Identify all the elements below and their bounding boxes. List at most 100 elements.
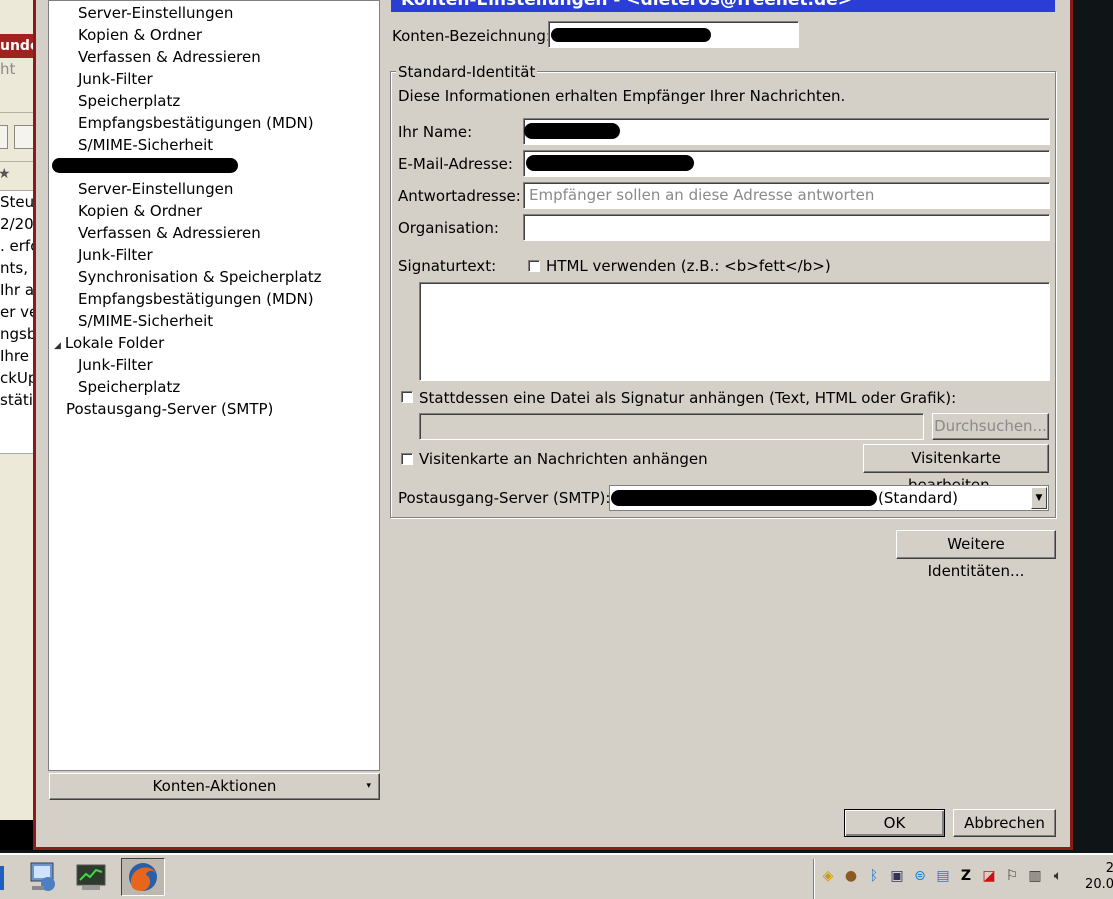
tree-item-composition[interactable]: Verfassen & Adressieren xyxy=(78,46,261,68)
identity-info-text: Diese Informationen erhalten Empfänger I… xyxy=(398,87,846,105)
redacted-account-name[interactable] xyxy=(52,158,238,173)
clock-time: 2 xyxy=(1105,861,1113,876)
tree-item-sync-space[interactable]: Synchronisation & Speicherplatz xyxy=(78,266,322,288)
account-name-label: Konten-Bezeichnung: xyxy=(392,27,551,45)
background-toolbar xyxy=(0,112,38,162)
background-window-titlebar: unde xyxy=(0,34,33,58)
list-item[interactable]: er ve xyxy=(0,301,33,323)
system-tray: ◈ ● ᛒ ▣ ⊜ ▤ Z ◪ ⚐ ▥ 🔈︎ 2 20.0 xyxy=(813,859,1113,899)
organization-field[interactable] xyxy=(523,214,1050,241)
tree-item-junk[interactable]: Junk-Filter xyxy=(78,354,153,376)
edit-vcard-button[interactable]: Visitenkarte bearbeiten... xyxy=(863,444,1049,494)
account-name-field[interactable] xyxy=(548,21,799,48)
attach-signature-checkbox[interactable] xyxy=(401,391,413,403)
smtp-server-label: Postausgang-Server (SMTP): xyxy=(398,489,611,507)
signature-file-field[interactable] xyxy=(419,413,924,440)
start-icon xyxy=(0,866,4,890)
clock-date: 20.0 xyxy=(1085,877,1113,892)
list-item[interactable]: nts, d xyxy=(0,257,33,279)
devices-icon[interactable]: ▥ xyxy=(1026,867,1044,885)
shield-icon[interactable]: ◈ xyxy=(819,867,837,885)
dialog-titlebar: Konten-Einstellungen - <dieteros@freenet… xyxy=(391,0,1055,12)
tree-item-junk[interactable]: Junk-Filter xyxy=(78,244,153,266)
browse-button[interactable]: Durchsuchen... xyxy=(932,413,1049,440)
tree-item-disk-space[interactable]: Speicherplatz xyxy=(78,90,180,112)
attach-signature-label[interactable]: Stattdessen eine Datei als Signatur anhä… xyxy=(419,388,956,408)
vcard-label[interactable]: Visitenkarte an Nachrichten anhängen xyxy=(419,449,708,469)
account-tree[interactable]: Server-Einstellungen Kopien & Ordner Ver… xyxy=(48,0,380,771)
firefox-taskbar-button[interactable] xyxy=(121,858,165,896)
vcard-checkbox[interactable] xyxy=(401,453,413,465)
redacted-value xyxy=(524,123,620,139)
monitor-app-icon[interactable] xyxy=(74,860,108,894)
background-window: unde ht ★ Steue 2/201 . erfo nts, d Ihr … xyxy=(0,0,38,850)
terminal-icon xyxy=(76,864,106,890)
tree-item-label: Lokale Folder xyxy=(64,334,165,352)
tree-item-receipts[interactable]: Empfangsbestätigungen (MDN) xyxy=(78,112,314,134)
firefox-icon xyxy=(129,863,157,891)
cookie-icon[interactable]: ● xyxy=(842,867,860,885)
volume-icon[interactable]: 🔈︎ xyxy=(1049,867,1067,885)
tree-item-receipts[interactable]: Empfangsbestätigungen (MDN) xyxy=(78,288,314,310)
flag-icon[interactable]: ⚐ xyxy=(1003,867,1021,885)
tree-item-smtp[interactable]: Postausgang-Server (SMTP) xyxy=(66,398,273,420)
sync-icon[interactable]: ⊜ xyxy=(911,867,929,885)
reply-to-field[interactable]: Empfänger sollen an diese Adresse antwor… xyxy=(523,182,1050,209)
smtp-server-value: (Standard) xyxy=(878,489,958,507)
tree-item-disk-space[interactable]: Speicherplatz xyxy=(78,376,180,398)
html-checkbox[interactable] xyxy=(528,260,540,272)
tree-item-smime[interactable]: S/MIME-Sicherheit xyxy=(78,310,213,332)
list-item[interactable]: Ihre xyxy=(0,345,33,367)
list-item[interactable]: ngsb xyxy=(0,323,33,345)
ok-button[interactable]: OK xyxy=(844,809,945,837)
signature-textarea[interactable] xyxy=(419,282,1050,381)
cancel-button[interactable]: Abbrechen xyxy=(953,809,1056,837)
account-actions-button[interactable]: Konten-Aktionen ▾ xyxy=(49,773,380,800)
more-identities-button[interactable]: Weitere Identitäten... xyxy=(896,530,1056,580)
tree-item-server-settings[interactable]: Server-Einstellungen xyxy=(78,2,233,24)
star-icon[interactable]: ★ xyxy=(0,166,11,182)
smtp-server-select[interactable]: (Standard) ▼ xyxy=(609,485,1049,511)
dropdown-arrow-icon: ▾ xyxy=(366,781,371,791)
list-item[interactable]: stätig xyxy=(0,389,33,411)
list-item[interactable]: Ihr a xyxy=(0,279,33,301)
background-dark-area xyxy=(0,820,33,850)
start-button[interactable] xyxy=(0,860,6,894)
clock[interactable]: 2 20.0 xyxy=(1085,861,1113,893)
zone-alarm-icon[interactable]: Z xyxy=(957,867,975,885)
antivirus-icon[interactable]: ◪ xyxy=(980,867,998,885)
network-icon[interactable]: ▣ xyxy=(888,867,906,885)
account-actions-label: Konten-Aktionen xyxy=(152,777,277,795)
expand-triangle-icon[interactable]: ◢ xyxy=(54,341,61,351)
background-message-list: Steue 2/201 . erfo nts, d Ihr a er ve ng… xyxy=(0,190,33,454)
email-field[interactable] xyxy=(523,150,1050,177)
tree-item-composition[interactable]: Verfassen & Adressieren xyxy=(78,222,261,244)
bluetooth-icon[interactable]: ᛒ xyxy=(865,867,883,885)
html-checkbox-label[interactable]: HTML verwenden (z.B.: <b>fett</b>) xyxy=(546,256,831,276)
chevron-down-icon[interactable]: ▼ xyxy=(1031,487,1047,509)
redacted-value xyxy=(526,155,694,171)
reply-to-label: Antwortadresse: xyxy=(398,187,521,205)
network-app-icon[interactable] xyxy=(26,860,60,894)
tree-item-local-folders[interactable]: ◢ Lokale Folder xyxy=(54,332,164,354)
background-toolbar-button[interactable] xyxy=(0,125,8,149)
tree-item-smime[interactable]: S/MIME-Sicherheit xyxy=(78,134,213,156)
dialog-title: Konten-Einstellungen - <dieteros@freenet… xyxy=(401,0,852,10)
list-item[interactable]: 2/201 xyxy=(0,213,33,235)
organization-label: Organisation: xyxy=(398,219,499,237)
tree-item-junk[interactable]: Junk-Filter xyxy=(78,68,153,90)
list-item[interactable]: Steue xyxy=(0,191,33,213)
tree-item-server-settings[interactable]: Server-Einstellungen xyxy=(78,178,233,200)
redacted-value xyxy=(611,490,877,506)
tree-item-copies-folders[interactable]: Kopien & Ordner xyxy=(78,200,202,222)
background-window-text: ht xyxy=(0,60,16,78)
list-item[interactable]: . erfo xyxy=(0,235,33,257)
standard-identity-title: Standard-Identität xyxy=(396,62,538,82)
computer-icon xyxy=(30,862,55,891)
name-field[interactable] xyxy=(523,118,1050,145)
email-label: E-Mail-Adresse: xyxy=(398,155,513,173)
document-icon[interactable]: ▤ xyxy=(934,867,952,885)
tree-item-copies-folders[interactable]: Kopien & Ordner xyxy=(78,24,202,46)
redacted-value xyxy=(551,28,711,42)
list-item[interactable]: ckUp xyxy=(0,367,33,389)
